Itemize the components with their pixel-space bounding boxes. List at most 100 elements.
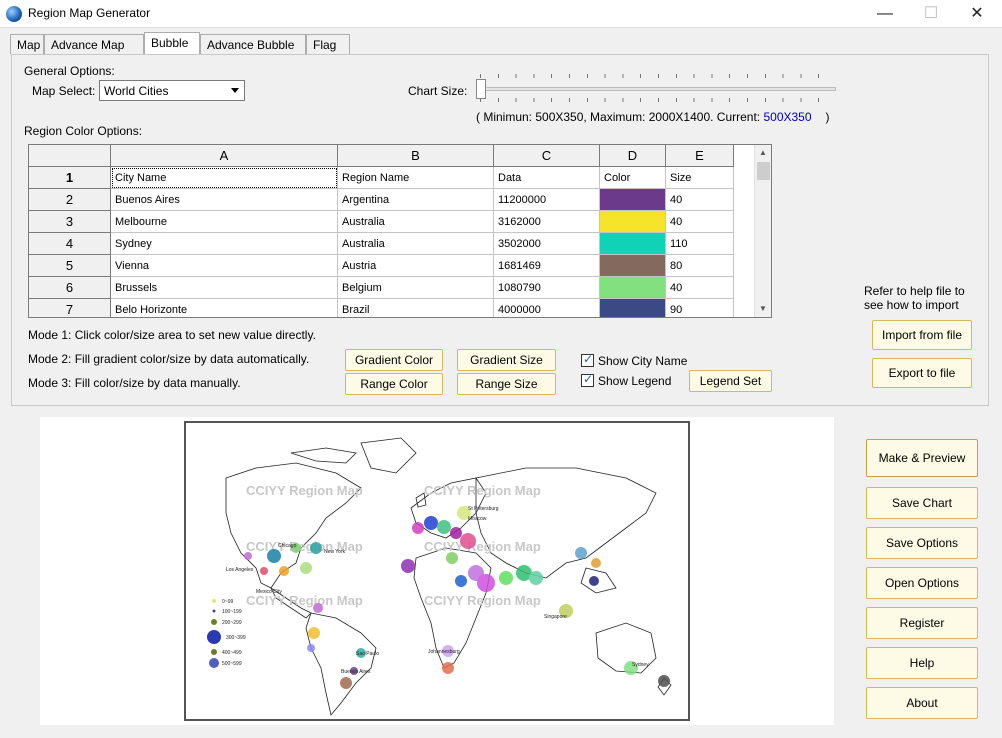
close-button[interactable]: ✕ <box>954 2 1000 26</box>
tab-advance-map[interactable]: Advance Map <box>44 34 144 54</box>
grid-cell-b[interactable]: Australia <box>338 211 494 233</box>
grid-vertical-scrollbar[interactable]: ▲ ▼ <box>754 145 771 317</box>
color-swatch-cell[interactable] <box>600 255 666 277</box>
minimize-button[interactable]: — <box>862 2 908 26</box>
color-swatch-cell[interactable] <box>600 189 666 211</box>
city-label: Mexico City <box>256 589 282 595</box>
grid-cell-c[interactable]: 11200000 <box>494 189 600 211</box>
watermark-text: CCIYY Region Map <box>424 483 541 498</box>
legend-item: 100~199 <box>222 609 242 615</box>
grid-cell-b[interactable]: Region Name <box>338 167 494 189</box>
tab-flag[interactable]: Flag <box>306 34 350 54</box>
slider-thumb[interactable] <box>476 79 486 99</box>
mode-2-text: Mode 2: Fill gradient color/size by data… <box>28 352 310 366</box>
tab-map[interactable]: Map <box>10 34 44 54</box>
row-header[interactable]: 3 <box>29 211 111 233</box>
grid-cell-b[interactable]: Argentina <box>338 189 494 211</box>
city-label: New York <box>324 549 346 555</box>
tab-bubble[interactable]: Bubble <box>144 32 200 54</box>
chart-size-slider[interactable] <box>476 74 836 104</box>
region-color-heading: Region Color Options: <box>24 124 143 138</box>
general-options-heading: General Options: <box>24 64 115 78</box>
column-header-b[interactable]: B <box>338 145 494 167</box>
gradient-size-button[interactable]: Gradient Size <box>457 349 556 371</box>
grid-cell-a[interactable]: Buenos Aires <box>111 189 338 211</box>
city-label: Buenos Aires <box>341 669 371 675</box>
color-swatch-cell[interactable] <box>600 277 666 299</box>
column-header-c[interactable]: C <box>494 145 600 167</box>
scroll-down-icon[interactable]: ▼ <box>755 301 771 317</box>
color-swatch-cell[interactable] <box>600 211 666 233</box>
register-button[interactable]: Register <box>866 607 978 639</box>
grid-cell-a[interactable]: Brussels <box>111 277 338 299</box>
grid-cell-e[interactable]: Size <box>666 167 734 189</box>
grid-cell-b[interactable]: Austria <box>338 255 494 277</box>
size-info-prefix: ( Minimun: 500X350, Maximum: 2000X1400. … <box>476 110 764 124</box>
open-options-button[interactable]: Open Options <box>866 567 978 599</box>
grid-cell-a[interactable]: City Name <box>111 167 338 189</box>
grid-cell-e[interactable]: 110 <box>666 233 734 255</box>
gradient-color-button[interactable]: Gradient Color <box>345 349 443 371</box>
range-size-button[interactable]: Range Size <box>457 373 556 395</box>
legend-item: 0~99 <box>222 599 233 605</box>
column-header-e[interactable]: E <box>666 145 734 167</box>
save-chart-button[interactable]: Save Chart <box>866 487 978 519</box>
maximize-button[interactable]: ☐ <box>908 2 954 26</box>
globe-icon <box>6 6 22 22</box>
grid-cell-c[interactable]: 4000000 <box>494 299 600 317</box>
column-header-d[interactable]: D <box>600 145 666 167</box>
import-from-file-button[interactable]: Import from file <box>872 320 972 350</box>
size-info-suffix: ) <box>825 110 830 124</box>
grid-cell-a[interactable]: Vienna <box>111 255 338 277</box>
grid-cell-e[interactable]: 40 <box>666 211 734 233</box>
map-select-dropdown[interactable]: World Cities <box>99 80 245 101</box>
legend-set-button[interactable]: Legend Set <box>689 370 772 392</box>
row-header[interactable]: 6 <box>29 277 111 299</box>
make-preview-button[interactable]: Make & Preview <box>866 439 978 477</box>
grid-cell-e[interactable]: 40 <box>666 277 734 299</box>
mode-3-text: Mode 3: Fill color/size by data manually… <box>28 376 241 390</box>
range-color-button[interactable]: Range Color <box>345 373 443 395</box>
color-swatch-cell[interactable] <box>600 299 666 317</box>
column-header-a[interactable]: A <box>111 145 338 167</box>
about-button[interactable]: About <box>866 687 978 719</box>
export-to-file-button[interactable]: Export to file <box>872 358 972 388</box>
grid-cell-b[interactable]: Australia <box>338 233 494 255</box>
grid-cell-d[interactable]: Color <box>600 167 666 189</box>
grid-cell-c[interactable]: 3502000 <box>494 233 600 255</box>
grid-cell-a[interactable]: Sydney <box>111 233 338 255</box>
grid-cell-e[interactable]: 80 <box>666 255 734 277</box>
show-city-name-checkbox[interactable] <box>581 352 594 367</box>
grid-cell-b[interactable]: Brazil <box>338 299 494 317</box>
grid-cell-c[interactable]: 3162000 <box>494 211 600 233</box>
grid-cell-e[interactable]: 40 <box>666 189 734 211</box>
grid-cell-a[interactable]: Melbourne <box>111 211 338 233</box>
grid-cell-a[interactable]: Belo Horizonte <box>111 299 338 317</box>
tab-advance-bubble[interactable]: Advance Bubble <box>200 34 306 54</box>
scroll-thumb[interactable] <box>757 162 770 180</box>
world-map-image: CCIYY Region Map CCIYY Region Map CCIYY … <box>207 437 672 716</box>
color-swatch-cell[interactable] <box>600 233 666 255</box>
save-options-button[interactable]: Save Options <box>866 527 978 559</box>
grid-cell-c[interactable]: Data <box>494 167 600 189</box>
map-preview-frame: CCIYY Region Map CCIYY Region Map CCIYY … <box>184 421 690 721</box>
row-header[interactable]: 5 <box>29 255 111 277</box>
row-header[interactable]: 1 <box>29 167 111 189</box>
map-select-value: World Cities <box>104 84 169 98</box>
grid-cell-e[interactable]: 90 <box>666 299 734 317</box>
grid-cell-b[interactable]: Belgium <box>338 277 494 299</box>
grid-cell-c[interactable]: 1080790 <box>494 277 600 299</box>
grid-cell-c[interactable]: 1681469 <box>494 255 600 277</box>
city-label: Los Angeles <box>226 567 254 573</box>
region-data-grid[interactable]: A B C D E 1 City Name Region Name Data Color Size 2… <box>28 144 772 318</box>
size-current-value: 500X350 <box>763 110 812 124</box>
legend-item: 200~299 <box>222 620 242 626</box>
row-header[interactable]: 4 <box>29 233 111 255</box>
scroll-up-icon[interactable]: ▲ <box>755 145 771 161</box>
row-header[interactable]: 2 <box>29 189 111 211</box>
help-button[interactable]: Help <box>866 647 978 679</box>
row-header[interactable]: 7 <box>29 299 111 317</box>
show-legend-label: Show Legend <box>598 374 672 388</box>
city-labels: St Petersburg Moscow Chicago New York Lo… <box>226 506 649 675</box>
show-legend-checkbox[interactable] <box>581 372 594 387</box>
